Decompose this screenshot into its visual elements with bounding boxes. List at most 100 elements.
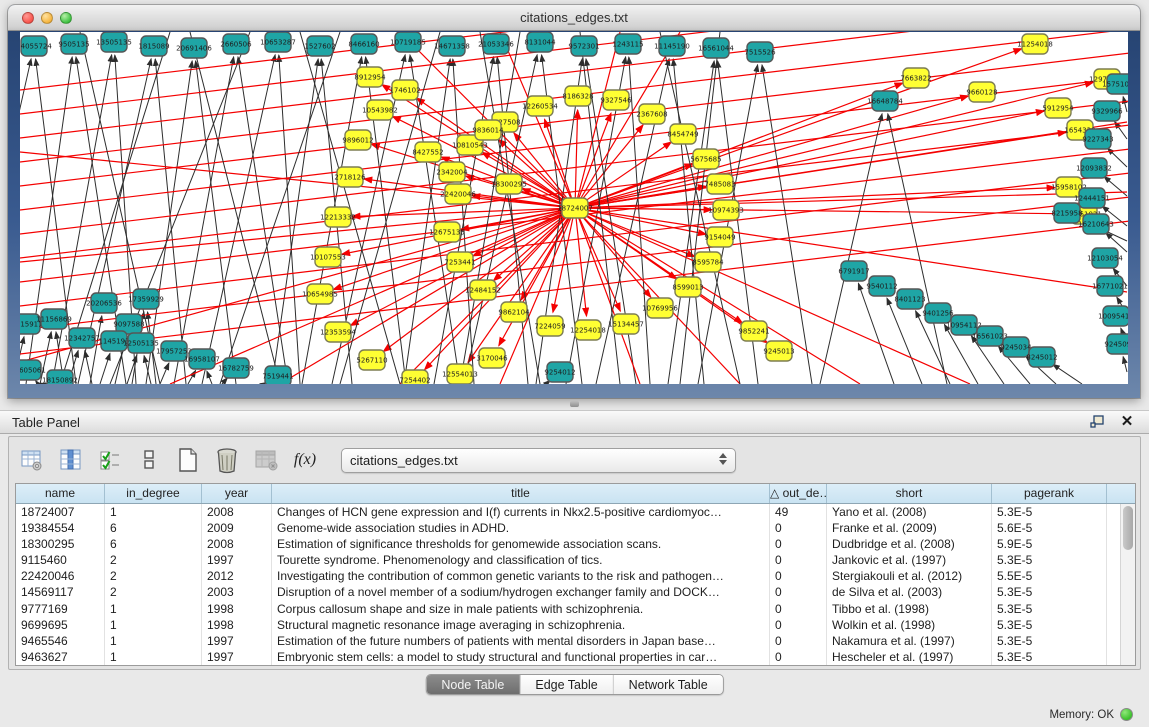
graph-node-label: 6791917: [838, 268, 869, 276]
table-cell: 5.3E-5: [992, 601, 1107, 617]
tab-edge-table[interactable]: Edge Table: [520, 675, 613, 694]
table-row[interactable]: 2242004622012Investigating the contribut…: [16, 568, 1135, 584]
column-header-short[interactable]: short: [827, 484, 992, 503]
table-body: 1872400712008Changes of HCN gene express…: [16, 504, 1135, 665]
table-settings-icon: [20, 448, 44, 472]
table-row[interactable]: 1830029562008Estimation of significance …: [16, 536, 1135, 552]
tab-network-table[interactable]: Network Table: [614, 675, 723, 694]
table-settings-button[interactable]: [19, 447, 45, 473]
table-row[interactable]: 1938455462009Genome-wide association stu…: [16, 520, 1135, 536]
table-row[interactable]: 1456911722003Disruption of a novel membe…: [16, 584, 1135, 600]
select-stepper-icon: [719, 453, 727, 465]
table-row[interactable]: 946554611997Estimation of the future num…: [16, 633, 1135, 649]
split-handle[interactable]: [570, 401, 579, 407]
graph-node-label: 1243115: [612, 41, 643, 49]
graph-node-label: 10719185: [390, 39, 426, 47]
table-cell: 9465546: [16, 633, 105, 649]
table-cell: 19384554: [16, 520, 105, 536]
graph-node-label: 7253441: [444, 259, 475, 267]
graph-node-label: 12484152: [465, 287, 501, 295]
table-cell: 0: [770, 536, 827, 552]
graph-node-label: 12554013: [442, 371, 478, 379]
table-cell: 1997: [202, 633, 272, 649]
graph-node-label: 11145190: [654, 43, 690, 51]
delete-table-button-disabled[interactable]: [253, 447, 279, 473]
table-cell: 1: [105, 601, 202, 617]
graph-node-label: 12675135: [429, 229, 465, 237]
table-cell: 2: [105, 568, 202, 584]
table-cell: 0: [770, 617, 827, 633]
table-cell: Genome-wide association studies in ADHD.: [272, 520, 770, 536]
table-row[interactable]: 911546021997Tourette syndrome. Phenomeno…: [16, 552, 1135, 568]
graph-node-label: 11254018: [1017, 41, 1053, 49]
table-row[interactable]: 977716911998Corpus callosum shape and si…: [16, 601, 1135, 617]
table-source-value: citations_edges.txt: [350, 453, 458, 468]
column-header-out_de[interactable]: △ out_de…: [770, 484, 827, 503]
table-cell: Stergiakouli et al. (2012): [827, 568, 992, 584]
zoom-window-button[interactable]: [60, 12, 72, 24]
window-titlebar[interactable]: citations_edges.txt: [8, 5, 1140, 31]
column-chooser-button[interactable]: [58, 447, 84, 473]
graph-node-label: 22420046: [440, 191, 476, 199]
minimize-window-button[interactable]: [41, 12, 53, 24]
tab-node-table[interactable]: Node Table: [426, 675, 520, 694]
network-view-window: citations_edges.txt 18724007912750812260…: [8, 5, 1140, 398]
table-cell: Yano et al. (2008): [827, 504, 992, 520]
column-header-in_degree[interactable]: in_degree: [105, 484, 202, 503]
table-row[interactable]: 969969511998Structural magnetic resonanc…: [16, 617, 1135, 633]
float-panel-button[interactable]: [1089, 414, 1105, 430]
table-row[interactable]: 946362711997Embryonic stem cells: a mode…: [16, 649, 1135, 665]
graph-node-label: 7663822: [900, 75, 931, 83]
graph-node-label: 16782759: [218, 365, 254, 373]
column-header-year[interactable]: year: [202, 484, 272, 503]
table-row[interactable]: 1872400712008Changes of HCN gene express…: [16, 504, 1135, 520]
table-cell: 1: [105, 649, 202, 665]
network-canvas[interactable]: 1872400791275081226053481863289327546236…: [20, 32, 1128, 384]
function-builder-button[interactable]: f(x): [292, 447, 318, 473]
table-cell: 18300295: [16, 536, 105, 552]
select-columns-icon: [98, 448, 122, 472]
function-icon: f(x): [294, 451, 316, 469]
close-window-button[interactable]: [22, 12, 34, 24]
graph-node-label: 18150892: [42, 377, 78, 385]
delete-button[interactable]: [214, 447, 240, 473]
column-header-pagerank[interactable]: pagerank: [992, 484, 1107, 503]
scrollbar-thumb[interactable]: [1123, 506, 1133, 550]
table-cell: Franke et al. (2009): [827, 520, 992, 536]
table-cell: 5.3E-5: [992, 633, 1107, 649]
table-cell: 49: [770, 504, 827, 520]
table-toolbar: f(x) citations_edges.txt: [19, 441, 736, 479]
graph-node-label: 10954112: [946, 322, 982, 330]
table-cell: 6: [105, 536, 202, 552]
graph-nodes[interactable]: 1872400791275081226053481863289327546236…: [20, 32, 1128, 384]
new-table-button[interactable]: [175, 447, 201, 473]
table-header-row: namein_degreeyeartitle△ out_de…shortpage…: [16, 484, 1135, 504]
table-cell: Jankovic et al. (1997): [827, 552, 992, 568]
table-cell: de Silva et al. (2003): [827, 584, 992, 600]
close-panel-button[interactable]: ✕: [1119, 414, 1135, 430]
table-cell: 22420046: [16, 568, 105, 584]
table-source-select[interactable]: citations_edges.txt: [341, 448, 736, 473]
table-cell: 1998: [202, 601, 272, 617]
graph-node-label: 9401256: [922, 310, 954, 318]
select-columns-button[interactable]: [97, 447, 123, 473]
graph-node-label: 12103054: [1087, 255, 1123, 263]
row-height-button[interactable]: [136, 447, 162, 473]
table-cell: 18724007: [16, 504, 105, 520]
table-cell: 5.5E-5: [992, 568, 1107, 584]
table-cell: Tibbo et al. (1998): [827, 601, 992, 617]
new-document-icon: [176, 447, 200, 473]
table-cell: 2012: [202, 568, 272, 584]
column-header-title[interactable]: title: [272, 484, 770, 503]
table-cell: Disruption of a novel member of a sodium…: [272, 584, 770, 600]
column-header-name[interactable]: name: [16, 484, 105, 503]
vertical-scrollbar[interactable]: [1120, 504, 1135, 665]
graph-node-label: 10543982: [362, 107, 398, 115]
status-bar: Memory: OK: [1049, 708, 1133, 721]
graph-node-label: 10653287: [260, 39, 296, 47]
graph-node-label: 7254402: [399, 377, 430, 385]
window-title: citations_edges.txt: [520, 10, 628, 25]
graph-node-label: 9097588: [113, 321, 144, 329]
graph-node-label: 12254018: [570, 327, 606, 335]
table-cell: 1: [105, 617, 202, 633]
